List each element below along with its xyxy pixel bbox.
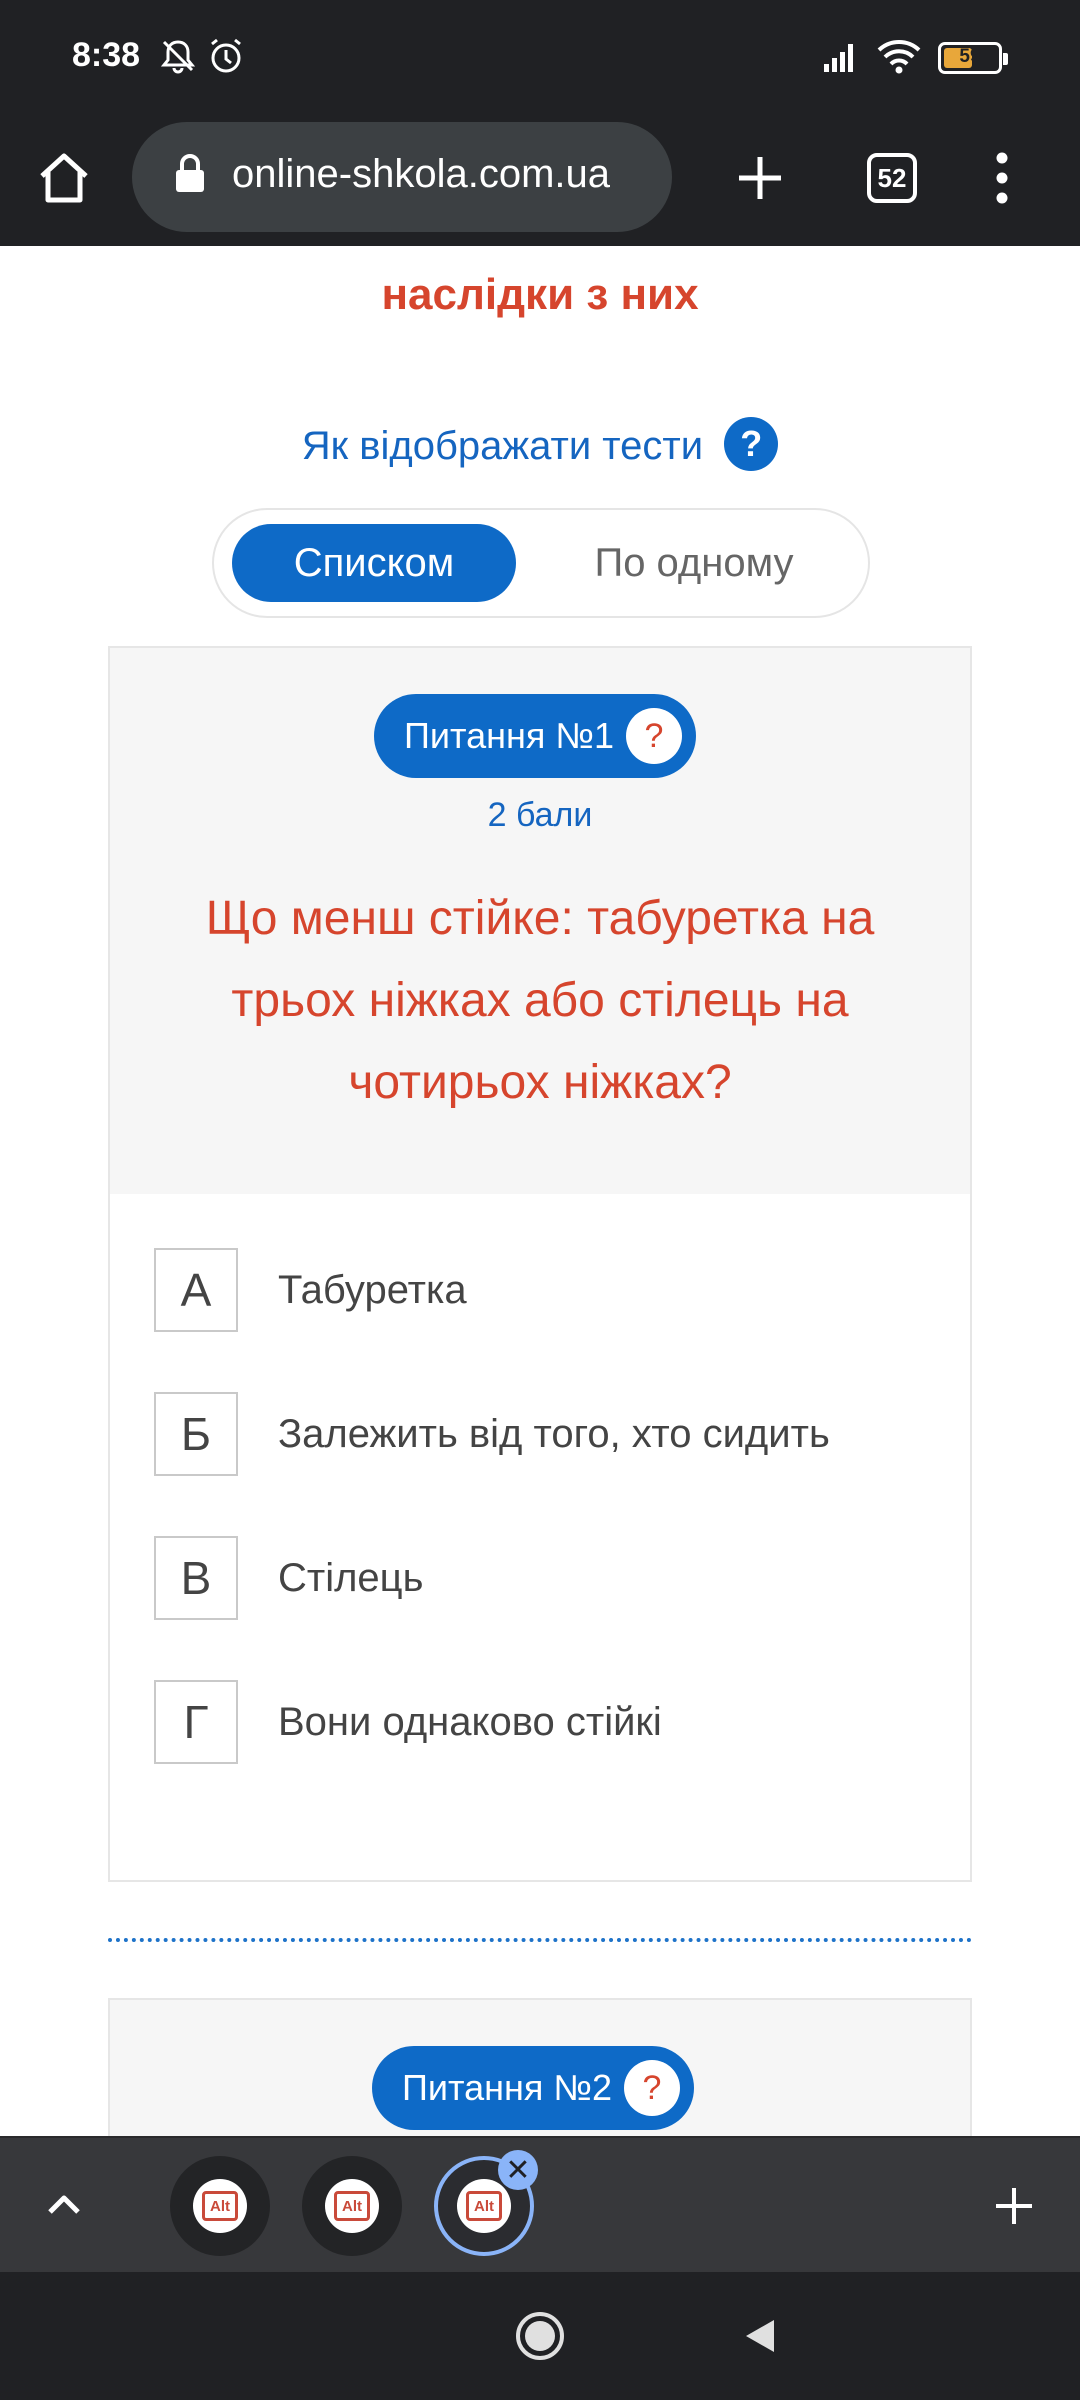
question-number-label: Питання №1 — [404, 715, 614, 756]
bell-off-icon — [160, 40, 196, 74]
url-bar[interactable]: online-shkola.com.ua — [132, 122, 672, 232]
question-help-button[interactable]: ? — [626, 708, 682, 764]
site-favicon: Alt — [457, 2179, 511, 2233]
new-tab-button[interactable] — [720, 138, 800, 218]
alarm-icon — [211, 38, 241, 73]
plus-icon — [739, 157, 781, 199]
site-favicon: Alt — [193, 2179, 247, 2233]
system-nav-bar — [0, 2272, 1080, 2400]
question-number-badge-2: Питання №2 ? — [372, 2046, 694, 2130]
battery-icon: 59 — [938, 42, 1008, 74]
home-button[interactable] — [24, 138, 104, 218]
close-tab-icon[interactable]: ✕ — [498, 2150, 538, 2190]
tab-switcher-button[interactable]: 52 — [852, 138, 932, 218]
answer-letter-box[interactable]: А — [154, 1248, 238, 1332]
favicon-label: Alt — [202, 2191, 238, 2221]
chevron-up-icon — [48, 2195, 80, 2214]
home-nav-icon[interactable] — [514, 2310, 566, 2362]
question-number-label: Питання №2 — [402, 2067, 612, 2108]
bottom-tab-strip: Alt Alt Alt ✕ — [0, 2136, 1080, 2272]
answer-letter-box[interactable]: Г — [154, 1680, 238, 1764]
answer-option[interactable]: А Табуретка — [154, 1248, 467, 1332]
plus-icon — [996, 2188, 1032, 2224]
favicon-label: Alt — [466, 2191, 502, 2221]
display-mode-label: Як відображати тести — [301, 424, 704, 468]
toggle-list-option[interactable]: Списком — [232, 524, 516, 602]
answer-text: Залежить від того, хто сидить — [278, 1411, 830, 1456]
question-number-badge: Питання №1 ? — [374, 694, 696, 778]
answer-text: Табуретка — [278, 1267, 467, 1312]
web-page: наслідки з них Як відображати тести ? Сп… — [0, 246, 1080, 2136]
favicon-label: Alt — [334, 2191, 370, 2221]
answer-text: Стілець — [278, 1555, 424, 1600]
expand-tabs-button[interactable] — [24, 2166, 104, 2246]
answer-option[interactable]: В Стілець — [154, 1536, 423, 1620]
display-mode-toggle: Списком По одному — [212, 508, 870, 618]
section-heading: наслідки з них — [381, 270, 699, 319]
status-bar: 8:38 59 — [0, 0, 1080, 110]
dotted-divider — [108, 1938, 972, 1942]
answer-option[interactable]: Г Вони однаково стійкі — [154, 1680, 662, 1764]
site-favicon: Alt — [325, 2179, 379, 2233]
question-points: 2 бали — [487, 796, 593, 834]
question-text: Що менш стійке: табуретка на трьох ніжка… — [205, 892, 875, 1109]
home-icon — [40, 153, 88, 203]
answer-letter-box[interactable]: В — [154, 1536, 238, 1620]
help-button[interactable]: ? — [724, 417, 779, 472]
tab-thumbnail[interactable]: Alt — [170, 2156, 270, 2256]
answer-option[interactable]: Б Залежить від того, хто сидить — [154, 1392, 830, 1476]
more-menu-button[interactable] — [962, 138, 1042, 218]
question-card: Питання №1 ? 2 бали Що менш стійке: табу… — [108, 646, 972, 1882]
question-header: Питання №1 ? 2 бали Що менш стійке: табу… — [110, 648, 970, 1194]
question-help-button[interactable]: ? — [624, 2060, 680, 2116]
tab-thumbnail[interactable]: Alt — [302, 2156, 402, 2256]
browser-toolbar: online-shkola.com.ua 52 — [0, 110, 1080, 246]
answer-letter-box[interactable]: Б — [154, 1392, 238, 1476]
display-mode-question: Як відображати тести ? — [0, 417, 1080, 472]
url-text: online-shkola.com.ua — [232, 152, 610, 196]
back-nav-icon[interactable] — [740, 2316, 780, 2356]
answer-text: Вони однаково стійкі — [278, 1699, 662, 1744]
toggle-one-by-one-option[interactable]: По одному — [544, 524, 844, 602]
lock-icon — [176, 154, 204, 192]
question-card-2: Питання №2 ? — [108, 1998, 972, 2136]
status-time: 8:38 — [72, 36, 141, 74]
signal-icon — [824, 44, 853, 72]
tab-count: 52 — [867, 153, 917, 203]
wifi-icon — [877, 40, 921, 74]
add-tab-button[interactable] — [974, 2166, 1054, 2246]
battery-text: 59 — [959, 46, 981, 67]
more-vert-icon — [996, 152, 1008, 204]
